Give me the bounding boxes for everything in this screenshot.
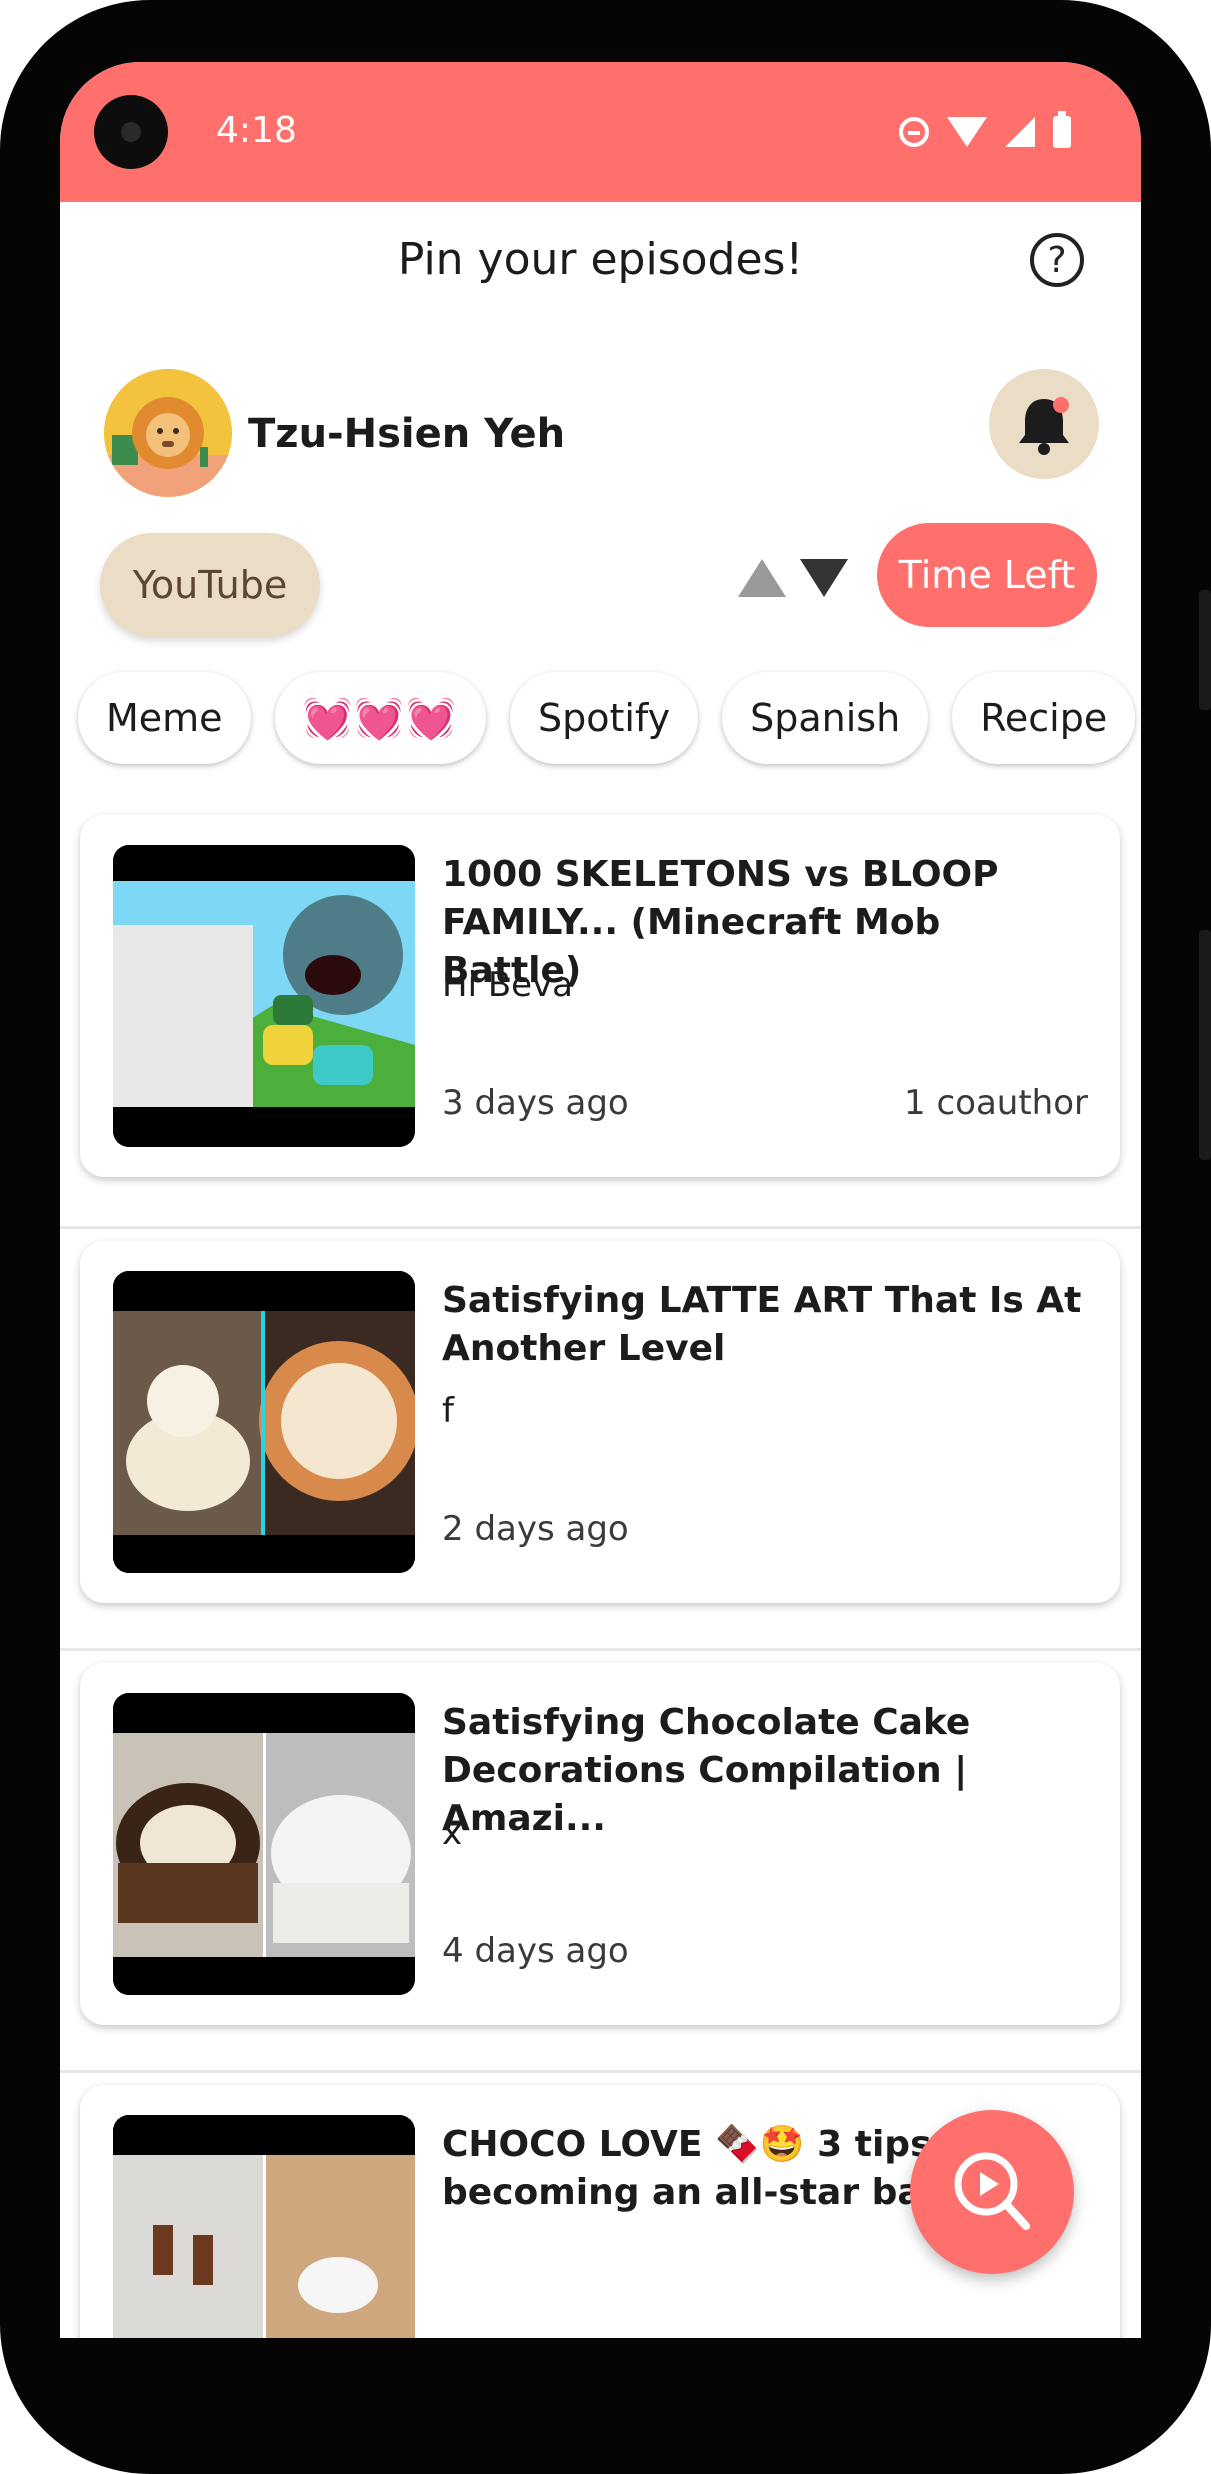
episode-author: f	[442, 1391, 454, 1431]
status-icons	[899, 111, 1071, 152]
tag-spotify[interactable]: Spotify	[509, 672, 699, 764]
search-episodes-button[interactable]	[910, 2110, 1074, 2274]
volume-button	[1199, 930, 1211, 1160]
sort-down-icon[interactable]	[800, 559, 848, 597]
sort-time-left-button[interactable]: Time Left	[877, 523, 1097, 627]
list-item: Satisfying Chocolate Cake Decorations Co…	[60, 1651, 1141, 2073]
tag-recipe[interactable]: Recipe	[952, 672, 1136, 764]
list-item: Satisfying LATTE ART That Is At Another …	[60, 1229, 1141, 1651]
sort-up-icon[interactable]	[738, 559, 786, 597]
app-screen: 4:18 Pin your episodes! ? Tzu-Hsien Yeh …	[60, 62, 1141, 2338]
episode-date: 4 days ago	[442, 1931, 629, 1971]
tag-hearts[interactable]: 💓💓💓	[274, 672, 486, 764]
help-icon: ?	[1047, 239, 1067, 281]
episode-card[interactable]: Satisfying LATTE ART That Is At Another …	[80, 1241, 1120, 1603]
battery-icon	[1053, 111, 1071, 148]
episode-title: Satisfying LATTE ART That Is At Another …	[442, 1280, 1082, 1369]
episode-author: Hi Beva	[442, 965, 574, 1005]
front-camera	[94, 95, 168, 169]
search-play-icon	[954, 2152, 1030, 2230]
episode-thumbnail	[113, 845, 415, 1147]
status-bar: 4:18	[60, 62, 1141, 202]
episode-card[interactable]: Satisfying Chocolate Cake Decorations Co…	[80, 1663, 1120, 2025]
tag-list: Meme 💓💓💓 Spotify Spanish Recipe	[78, 672, 1136, 768]
episode-date: 2 days ago	[442, 1509, 629, 1549]
episode-thumbnail	[113, 1693, 415, 1995]
episode-card[interactable]: 1000 SKELETONS vs BLOOP FAMILY... (Minec…	[80, 815, 1120, 1177]
do-not-disturb-icon	[899, 117, 929, 147]
lion-avatar-icon	[104, 369, 232, 497]
page-title: Pin your episodes!	[397, 234, 804, 285]
episode-thumbnail	[113, 1271, 415, 1573]
bell-icon	[1019, 399, 1069, 455]
tag-spanish[interactable]: Spanish	[722, 672, 929, 764]
wifi-icon	[947, 117, 987, 147]
signal-icon	[1005, 117, 1035, 147]
help-button[interactable]: ?	[1030, 233, 1084, 287]
tag-meme[interactable]: Meme	[78, 672, 251, 764]
list-item: 1000 SKELETONS vs BLOOP FAMILY... (Minec…	[60, 807, 1141, 1229]
phone-frame: 4:18 Pin your episodes! ? Tzu-Hsien Yeh …	[0, 0, 1211, 2474]
status-time: 4:18	[216, 110, 297, 151]
source-filter-chip[interactable]: YouTube	[100, 533, 320, 637]
power-button	[1199, 590, 1211, 710]
episode-coauthors: 1 coauthor	[904, 1083, 1088, 1123]
notifications-button[interactable]	[989, 369, 1099, 479]
episode-thumbnail	[113, 2115, 415, 2338]
episode-date: 3 days ago	[442, 1083, 629, 1123]
episode-title: Satisfying Chocolate Cake Decorations Co…	[442, 1702, 971, 1839]
notification-dot	[1053, 397, 1069, 413]
episode-author: x	[442, 1813, 463, 1853]
profile-name: Tzu-Hsien Yeh	[248, 411, 566, 457]
avatar[interactable]	[104, 369, 232, 497]
